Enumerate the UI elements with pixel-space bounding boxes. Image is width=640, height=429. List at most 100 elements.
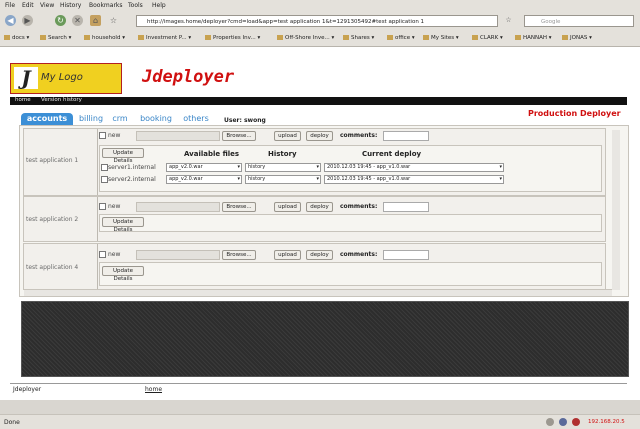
horizontal-scrollbar[interactable] bbox=[24, 289, 612, 296]
menu-help[interactable]: Help bbox=[152, 2, 166, 9]
menu-view[interactable]: View bbox=[40, 2, 54, 9]
bookmark-item[interactable]: CLARK ▾ bbox=[472, 35, 503, 41]
menu-tools[interactable]: Tools bbox=[128, 2, 143, 9]
top-nav: home Version history bbox=[10, 97, 627, 105]
file-path-input[interactable] bbox=[136, 202, 220, 212]
tab-billing[interactable]: billing bbox=[76, 113, 106, 125]
available-file-select[interactable]: app_v2.0.war bbox=[166, 163, 242, 172]
application-name: test application 2 bbox=[26, 216, 79, 223]
url-input[interactable]: http://images.home/deployer?cmd=load&app… bbox=[136, 15, 498, 27]
menu-bookmarks[interactable]: Bookmarks bbox=[89, 2, 123, 9]
details-box bbox=[99, 214, 602, 232]
tab-others[interactable]: others bbox=[180, 113, 212, 125]
bookmark-item[interactable]: My Sites ▾ bbox=[423, 35, 459, 41]
bookmark-item[interactable]: JONAS ▾ bbox=[562, 35, 592, 41]
file-path-input[interactable] bbox=[136, 131, 220, 141]
footer-divider bbox=[10, 383, 627, 384]
bookmark-item[interactable]: HANNAH ▾ bbox=[515, 35, 552, 41]
new-checkbox[interactable] bbox=[99, 132, 106, 139]
deploy-button[interactable]: deploy bbox=[306, 202, 333, 212]
tab-accounts[interactable]: accounts bbox=[21, 113, 73, 125]
footer-app-name: Jdeployer bbox=[13, 386, 42, 393]
history-select[interactable]: history bbox=[245, 175, 321, 184]
search-input[interactable]: Google bbox=[524, 15, 634, 27]
forward-icon[interactable]: ▶ bbox=[22, 15, 33, 26]
menu-file[interactable]: File bbox=[5, 2, 15, 9]
upload-button[interactable]: upload bbox=[274, 250, 301, 260]
server-checkbox[interactable] bbox=[101, 176, 108, 183]
browse-button[interactable]: Browse... bbox=[222, 131, 256, 141]
footer-home-link[interactable]: home bbox=[145, 386, 162, 393]
browser-statusbar: Done 192.168.20.5 bbox=[0, 414, 640, 429]
addon-icon[interactable] bbox=[559, 418, 567, 426]
bookmark-item[interactable]: Off-Shore Inve... ▾ bbox=[277, 35, 334, 41]
bookmark-item[interactable]: household ▾ bbox=[84, 35, 125, 41]
upload-button[interactable]: upload bbox=[274, 131, 301, 141]
server-name: server1.internal bbox=[108, 164, 156, 171]
logo-letter: J bbox=[14, 67, 38, 89]
file-path-input[interactable] bbox=[136, 250, 220, 260]
details-box bbox=[99, 262, 602, 286]
browse-button[interactable]: Browse... bbox=[222, 202, 256, 212]
current-deploy-select[interactable]: 2010.12.03 19:45 - app_v1.0.war bbox=[324, 175, 504, 184]
current-deploy-select[interactable]: 2010.12.03 19:45 - app_v1.0.war bbox=[324, 163, 504, 172]
browser-toolbar: ◀ ▶ ↻ ✕ ⌂ ☆ http://images.home/deployer?… bbox=[0, 11, 640, 33]
logo-text: My Logo bbox=[41, 72, 83, 83]
available-files-header: Available files bbox=[184, 150, 240, 158]
vertical-scrollbar[interactable] bbox=[612, 130, 620, 290]
url-star-icon[interactable]: ☆ bbox=[503, 15, 514, 26]
comments-input[interactable] bbox=[383, 131, 429, 141]
update-details-button[interactable]: Update Details bbox=[102, 148, 144, 164]
nav-home[interactable]: home bbox=[15, 97, 31, 103]
reload-icon[interactable]: ↻ bbox=[55, 15, 66, 26]
application-row: test application 1 new Browse... upload … bbox=[23, 128, 606, 196]
menu-history[interactable]: History bbox=[60, 2, 81, 9]
new-checkbox[interactable] bbox=[99, 251, 106, 258]
environment-label: Production Deployer bbox=[528, 109, 621, 118]
new-label: new bbox=[108, 132, 121, 139]
user-label: User: swong bbox=[224, 117, 266, 124]
status-text: Done bbox=[4, 419, 20, 426]
available-file-select[interactable]: app_v2.0.war bbox=[166, 175, 242, 184]
bookmark-item[interactable]: Search ▾ bbox=[40, 35, 71, 41]
bookmark-star-icon[interactable]: ☆ bbox=[108, 15, 119, 26]
logo: J My Logo bbox=[10, 63, 122, 94]
application-row: test application 2 new Browse... upload … bbox=[23, 196, 606, 242]
comments-input[interactable] bbox=[383, 250, 429, 260]
comments-input[interactable] bbox=[383, 202, 429, 212]
bookmark-item[interactable]: docs ▾ bbox=[4, 35, 29, 41]
menu-edit[interactable]: Edit bbox=[22, 2, 34, 9]
dark-background-area bbox=[21, 301, 629, 377]
server-name: server2.internal bbox=[108, 176, 156, 183]
deploy-button[interactable]: deploy bbox=[306, 131, 333, 141]
comments-label: comments: bbox=[340, 251, 378, 258]
bookmark-item[interactable]: Properties Inv... ▾ bbox=[205, 35, 260, 41]
deploy-button[interactable]: deploy bbox=[306, 250, 333, 260]
update-details-button[interactable]: Update Details bbox=[102, 266, 144, 282]
bookmark-item[interactable]: Shares ▾ bbox=[343, 35, 374, 41]
application-row: test application 4 new Browse... upload … bbox=[23, 243, 606, 290]
home-icon[interactable]: ⌂ bbox=[90, 15, 101, 26]
server-checkbox[interactable] bbox=[101, 164, 108, 171]
tab-booking[interactable]: booking bbox=[136, 113, 176, 125]
row-divider bbox=[97, 244, 98, 289]
nav-version-history[interactable]: Version history bbox=[41, 97, 82, 103]
stop-icon[interactable]: ✕ bbox=[72, 15, 83, 26]
row-divider bbox=[97, 129, 98, 195]
upload-button[interactable]: upload bbox=[274, 202, 301, 212]
comments-label: comments: bbox=[340, 132, 378, 139]
bookmark-item[interactable]: Investment P... ▾ bbox=[138, 35, 191, 41]
history-select[interactable]: history bbox=[245, 163, 321, 172]
browse-button[interactable]: Browse... bbox=[222, 250, 256, 260]
update-details-button[interactable]: Update Details bbox=[102, 217, 144, 233]
browser-menubar: File Edit View History Bookmarks Tools H… bbox=[0, 0, 640, 11]
tab-crm[interactable]: crm bbox=[108, 113, 132, 125]
new-checkbox[interactable] bbox=[99, 203, 106, 210]
new-label: new bbox=[108, 251, 121, 258]
addon-icon[interactable] bbox=[546, 418, 554, 426]
addon-icon[interactable] bbox=[572, 418, 580, 426]
status-ip: 192.168.20.5 bbox=[588, 419, 625, 425]
back-icon[interactable]: ◀ bbox=[5, 15, 16, 26]
bookmark-item[interactable]: office ▾ bbox=[387, 35, 415, 41]
app-title: Jdeployer bbox=[142, 67, 235, 87]
